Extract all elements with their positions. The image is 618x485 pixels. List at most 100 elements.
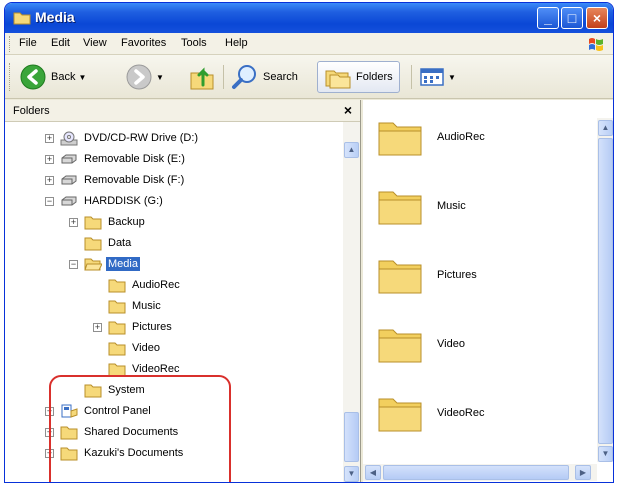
tree-item-label: Removable Disk (E:) (84, 153, 185, 165)
content-folder-item[interactable]: AudioRec (377, 112, 485, 162)
minimize-button[interactable]: _ (537, 7, 559, 29)
content-pane: ▲ ▼ ◀ ▶ AudioRec Music Pictures Video VideoR… (363, 100, 613, 482)
scroll-thumb[interactable] (344, 412, 359, 462)
tree-item-label: AudioRec (132, 279, 180, 291)
folders-icon (325, 70, 351, 89)
content-folder-label: VideoRec (437, 407, 485, 419)
content-folder-label: Music (437, 200, 466, 212)
content-folder-item[interactable]: Music (377, 181, 466, 231)
removable-disk-icon (60, 152, 82, 167)
menu-help[interactable]: Help (225, 37, 248, 49)
content-folder-label: Pictures (437, 269, 477, 281)
folder-icon (108, 341, 130, 356)
views-dropdown-icon[interactable]: ▼ (448, 73, 456, 82)
tree-item[interactable]: Music (93, 296, 163, 316)
title-bar[interactable]: Media _ □ × (5, 3, 613, 33)
scroll-up-arrow[interactable]: ▲ (344, 142, 359, 158)
tree-item-label: Data (108, 237, 132, 249)
content-vertical-scrollbar[interactable]: ▲ ▼ (597, 118, 613, 462)
scroll-up-arrow[interactable]: ▲ (598, 120, 613, 136)
tree-item[interactable]: − Media (69, 254, 140, 274)
folder-icon (108, 278, 130, 293)
tree-item-label: Pictures (132, 321, 172, 333)
tree-item[interactable]: + Removable Disk (E:) (45, 149, 187, 169)
scroll-down-arrow[interactable]: ▼ (344, 466, 359, 482)
toolbar: Back ▼ ▼ Search Folders ▼ (5, 55, 613, 99)
back-label: Back (51, 71, 76, 83)
content-folder-label: Video (437, 338, 465, 350)
cd-drive-icon (60, 131, 82, 146)
up-folder-button[interactable] (189, 61, 215, 93)
folder-icon (378, 122, 422, 156)
collapse-icon[interactable]: − (45, 196, 54, 206)
tree-item[interactable]: Video (93, 338, 162, 358)
expand-icon[interactable]: + (93, 322, 102, 332)
tree-item-label: HARDDISK (G:) (84, 195, 163, 207)
folder-icon (378, 191, 422, 225)
folders-vertical-scrollbar[interactable]: ▲ ▼ (343, 122, 360, 482)
folders-pane: Folders × + DVD/CD-RW Drive (D:) + Removabl… (5, 100, 361, 482)
folder-icon (378, 329, 422, 363)
views-icon (420, 68, 444, 86)
back-dropdown-icon[interactable]: ▼ (78, 73, 86, 82)
tree-item[interactable]: AudioRec (93, 275, 182, 295)
content-folder-item[interactable]: VideoRec (377, 388, 485, 438)
folder-icon (84, 236, 106, 251)
folder-icon (13, 12, 31, 25)
content-horizontal-scrollbar[interactable]: ◀ ▶ (363, 464, 597, 481)
menu-bar: File Edit View Favorites Tools Help (5, 33, 613, 55)
search-label: Search (263, 71, 298, 83)
close-button[interactable]: × (586, 7, 608, 29)
expand-icon[interactable]: + (45, 133, 54, 143)
menu-tools[interactable]: Tools (181, 37, 207, 49)
tree-item-label: Media (106, 257, 140, 271)
scroll-down-arrow[interactable]: ▼ (598, 446, 613, 462)
expand-icon[interactable]: + (45, 154, 54, 164)
menu-grip (9, 36, 12, 52)
tree-item[interactable]: + Pictures (93, 317, 174, 337)
windows-logo-icon (589, 38, 603, 51)
folder-icon (108, 320, 130, 335)
folders-button[interactable]: Folders (317, 61, 400, 93)
folder-icon (84, 215, 106, 230)
scroll-right-arrow[interactable]: ▶ (575, 465, 591, 480)
tree-item[interactable]: Data (69, 233, 133, 253)
search-button[interactable]: Search (231, 61, 298, 93)
menu-edit[interactable]: Edit (51, 37, 70, 49)
tree-item[interactable]: − HARDDISK (G:) (45, 191, 165, 211)
menu-favorites[interactable]: Favorites (121, 37, 166, 49)
search-icon (232, 65, 256, 89)
scroll-thumb[interactable] (598, 138, 613, 444)
forward-dropdown-icon[interactable]: ▼ (156, 73, 164, 82)
toolbar-separator (411, 65, 412, 89)
folder-icon (378, 398, 422, 432)
close-pane-icon[interactable]: × (344, 102, 352, 118)
tree-item-label: Video (132, 342, 160, 354)
expand-icon[interactable]: + (69, 217, 78, 227)
tree-item[interactable]: + Removable Disk (F:) (45, 170, 186, 190)
folder-icon (108, 299, 130, 314)
tree-item-label: VideoRec (132, 363, 180, 375)
toolbar-separator (223, 65, 224, 89)
menu-view[interactable]: View (83, 37, 107, 49)
menu-file[interactable]: File (19, 37, 37, 49)
explorer-window: Media _ □ × File Edit View Favorites Too… (4, 2, 614, 483)
content-folder-item[interactable]: Pictures (377, 250, 477, 300)
maximize-button[interactable]: □ (561, 7, 583, 29)
up-folder-icon (190, 67, 214, 90)
folders-label: Folders (356, 71, 393, 83)
window-title: Media (35, 9, 75, 25)
scroll-thumb[interactable] (383, 465, 569, 480)
collapse-icon[interactable]: − (69, 259, 78, 269)
forward-arrow-icon (126, 64, 152, 90)
tree-item[interactable]: + Backup (69, 212, 147, 232)
forward-button[interactable]: ▼ (125, 61, 164, 93)
tree-item[interactable]: + DVD/CD-RW Drive (D:) (45, 128, 200, 148)
folders-pane-header: Folders × (5, 100, 360, 122)
expand-icon[interactable]: + (45, 175, 54, 185)
removable-disk-icon (60, 173, 82, 188)
content-folder-item[interactable]: Video (377, 319, 465, 369)
scroll-left-arrow[interactable]: ◀ (365, 465, 381, 480)
back-button[interactable]: Back ▼ (19, 61, 86, 93)
views-button[interactable]: ▼ (419, 61, 456, 93)
